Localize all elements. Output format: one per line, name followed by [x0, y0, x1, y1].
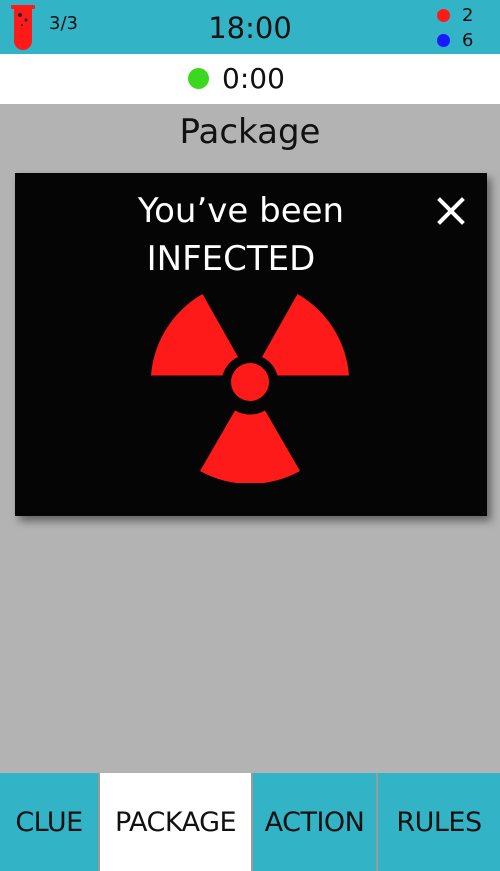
close-icon[interactable] [431, 191, 471, 231]
tab-package[interactable]: PACKAGE [100, 773, 251, 871]
blue-team-score: 6 [437, 29, 474, 51]
bottom-tab-bar: CLUE PACKAGE ACTION RULES [0, 773, 500, 871]
timer-status-icon [188, 68, 209, 89]
tab-clue-label: CLUE [15, 806, 83, 838]
tab-rules-label: RULES [396, 806, 482, 838]
tab-rules[interactable]: RULES [378, 773, 500, 871]
timer-value: 0:00 [222, 62, 285, 95]
tab-action-label: ACTION [264, 806, 365, 838]
blue-score-value: 6 [462, 29, 474, 51]
tab-action[interactable]: ACTION [253, 773, 376, 871]
modal-message-line1: You’ve been [137, 191, 345, 231]
page-title: Package [179, 112, 321, 152]
red-team-score: 2 [437, 4, 474, 26]
red-score-value: 2 [462, 4, 474, 26]
tab-clue[interactable]: CLUE [0, 773, 98, 871]
radiation-hazard-icon [151, 294, 349, 483]
tab-package-label: PACKAGE [114, 806, 237, 838]
modal-message-line2: INFECTED [146, 239, 316, 279]
game-clock: 18:00 [208, 11, 292, 45]
blue-dot-icon [437, 33, 450, 47]
timer-strip: 0:00 [0, 54, 500, 104]
infected-modal: You’ve been INFECTED [15, 173, 487, 516]
top-status-bar: 3/3 18:00 2 6 [0, 0, 500, 54]
red-dot-icon [437, 8, 450, 22]
